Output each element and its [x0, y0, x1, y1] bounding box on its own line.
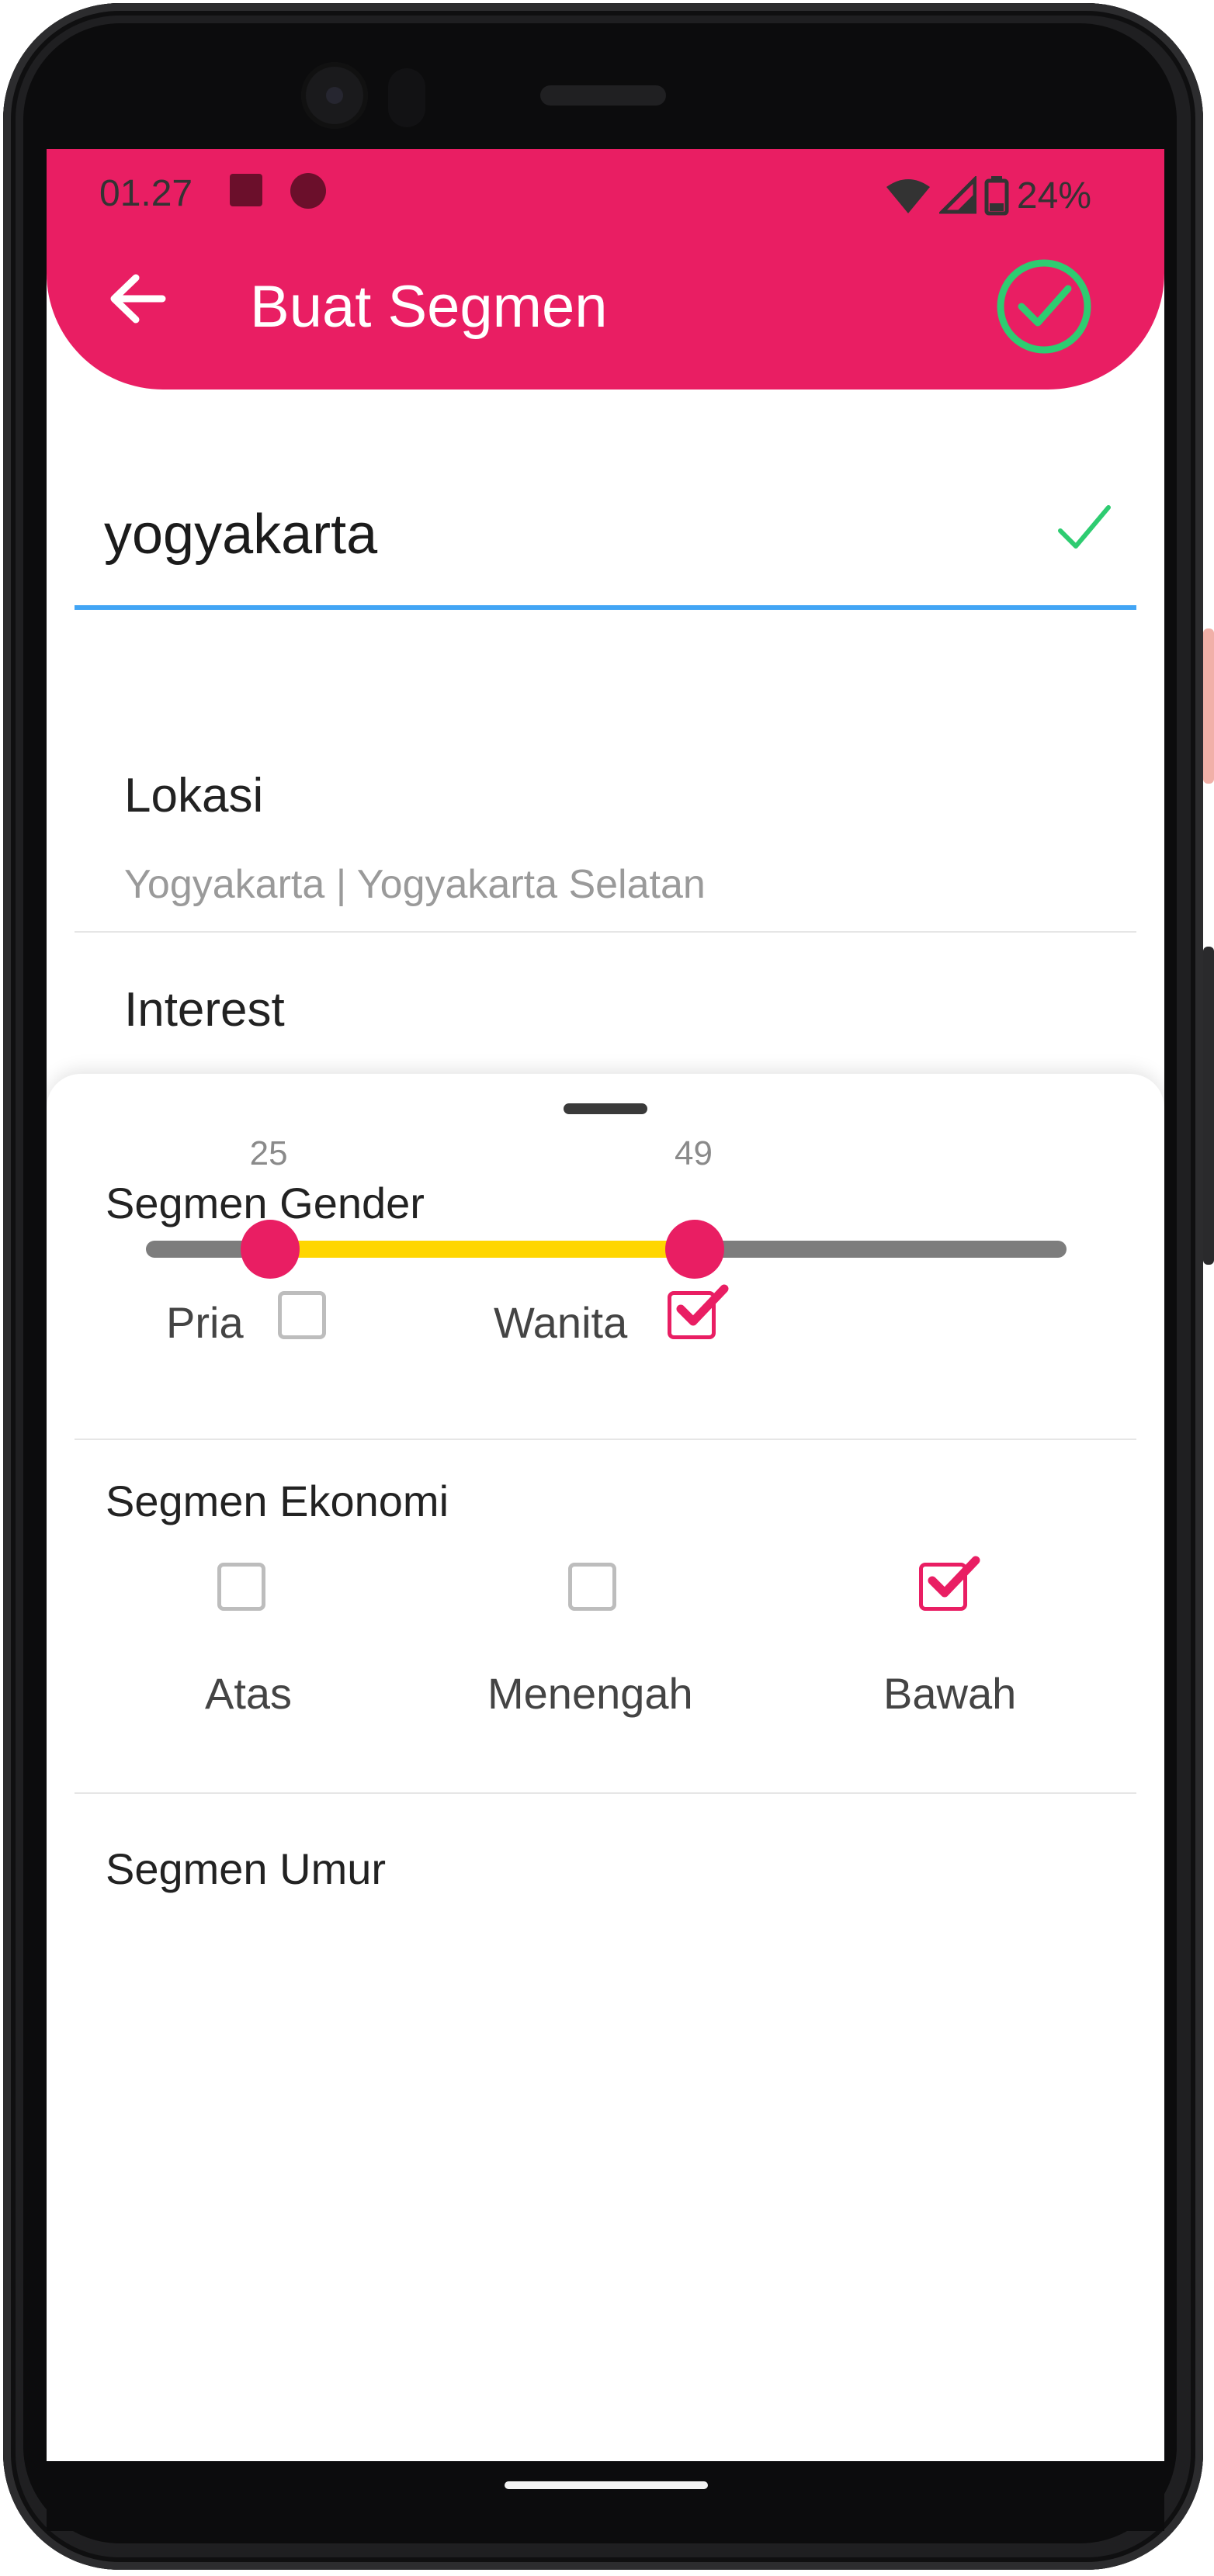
- age-section-title: Segmen Umur: [106, 1844, 387, 1893]
- valid-check-icon: [1054, 498, 1115, 559]
- gender-option-label: Wanita: [494, 1298, 628, 1347]
- location-value: Yogyakarta | Yogyakarta Selatan: [124, 862, 706, 907]
- check-mark-icon: [676, 1284, 729, 1326]
- interest-row[interactable]: Interest: [75, 933, 1136, 1072]
- location-title: Lokasi: [124, 769, 264, 822]
- navigation-bar: [47, 2461, 1164, 2531]
- location-row[interactable]: Lokasi Yogyakarta | Yogyakarta Selatan: [75, 723, 1136, 933]
- economy-option-label: Atas: [205, 1669, 293, 1718]
- page-title: Buat Segmen: [250, 274, 608, 340]
- gender-wanita-checkbox[interactable]: [668, 1284, 729, 1339]
- age-max-thumb[interactable]: [665, 1220, 725, 1279]
- economy-atas-checkbox[interactable]: [217, 1563, 265, 1611]
- economy-option-label: Menengah: [487, 1669, 693, 1718]
- back-arrow-icon[interactable]: [102, 264, 172, 334]
- segment-name-input[interactable]: [102, 495, 959, 574]
- proximity-sensor: [388, 68, 425, 127]
- phone-device: 01.27 24% Buat Segmen yogyakarta Lokasi …: [0, 0, 1214, 2576]
- battery-percent: 24%: [1016, 175, 1091, 216]
- section-divider: [75, 1792, 1136, 1794]
- age-max-value: 49: [675, 1134, 713, 1172]
- front-camera-icon: [301, 62, 368, 129]
- interest-title: Interest: [124, 983, 285, 1037]
- app-screen: 01.27 24% Buat Segmen yogyakarta Lokasi …: [47, 149, 1164, 2461]
- notification-square-icon: [230, 174, 262, 206]
- status-icons: 24%: [885, 172, 1091, 219]
- economy-bawah-checkbox[interactable]: [919, 1556, 980, 1611]
- wifi-icon: [886, 179, 930, 213]
- sheet-drag-handle[interactable]: [564, 1103, 647, 1114]
- check-mark-icon: [928, 1556, 980, 1598]
- gender-pria-checkbox[interactable]: [278, 1291, 326, 1339]
- section-divider: [75, 1439, 1136, 1440]
- age-min-value: 25: [249, 1134, 288, 1172]
- earpiece-speaker: [540, 85, 666, 106]
- home-gesture-handle[interactable]: [505, 2481, 708, 2489]
- notification-dot-icon: [290, 173, 326, 209]
- economy-menengah-checkbox[interactable]: [568, 1563, 616, 1611]
- battery-icon: [984, 176, 1009, 216]
- segment-name-field[interactable]: [75, 467, 1136, 610]
- bottom-sheet: Segmen Gender Pria Wanita Segmen Ekonomi…: [47, 1074, 1164, 2461]
- economy-section-title: Segmen Ekonomi: [106, 1477, 449, 1525]
- confirm-check-icon[interactable]: [995, 258, 1093, 355]
- gender-option-label: Pria: [166, 1298, 244, 1347]
- app-bar: 01.27 24% Buat Segmen: [47, 149, 1164, 390]
- age-min-thumb[interactable]: [240, 1220, 300, 1279]
- signal-icon: [938, 176, 976, 214]
- status-time: 01.27: [99, 173, 193, 214]
- power-button: [1203, 947, 1214, 1265]
- economy-option-label: Bawah: [883, 1669, 1017, 1718]
- volume-button: [1203, 628, 1214, 784]
- age-slider-range: [269, 1241, 695, 1258]
